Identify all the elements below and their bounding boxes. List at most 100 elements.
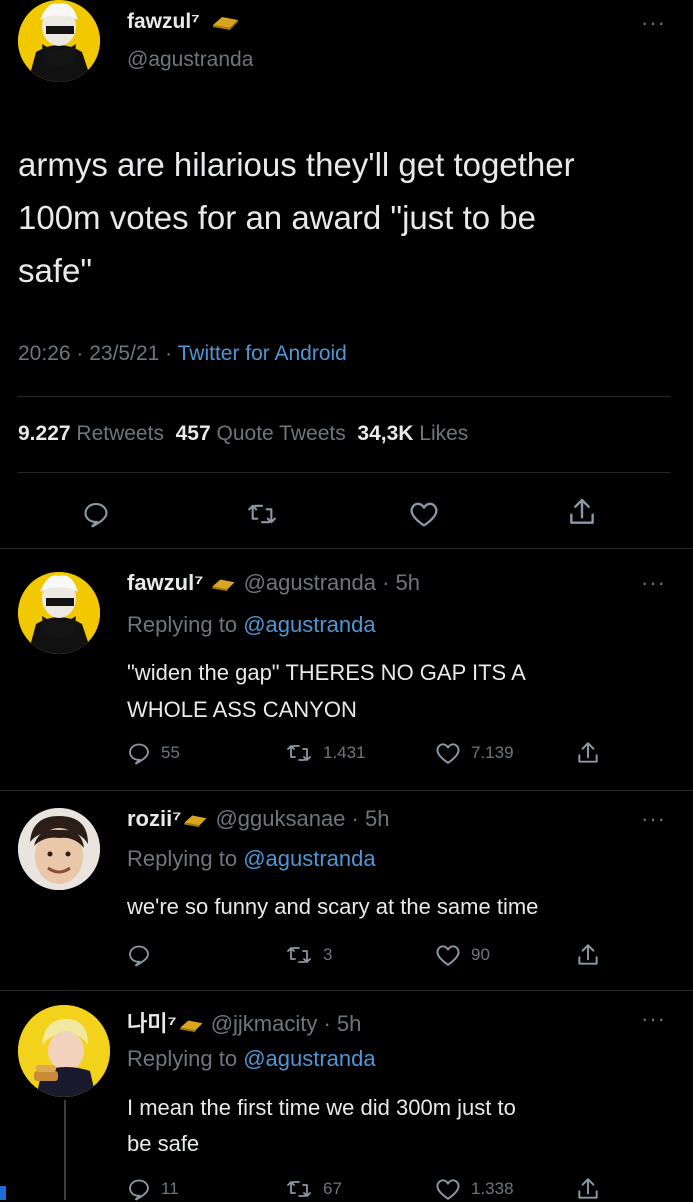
tweet-text-line: 100m votes for an award "just to be	[18, 199, 536, 236]
reply-text-line: be safe	[127, 1131, 200, 1156]
reply-text: "widen the gap" THERES NO GAP ITS A WHOL…	[127, 654, 526, 728]
thread-line	[64, 1100, 66, 1200]
divider	[18, 396, 670, 397]
retweets-count: 67	[323, 1179, 342, 1198]
display-name[interactable]: fawzul⁷	[127, 10, 200, 33]
reply-age[interactable]: 5h	[365, 806, 389, 831]
avatar[interactable]	[18, 0, 100, 82]
reply-button[interactable]	[127, 943, 285, 967]
reply-text: I mean the first time we did 300m just t…	[127, 1090, 516, 1162]
quotes-label: Quote Tweets	[216, 422, 346, 445]
reply-button[interactable]: 55	[127, 741, 285, 765]
more-icon[interactable]: ···	[641, 12, 666, 34]
reply-actions: 11 67 1.338	[127, 1176, 601, 1202]
replying-to: Replying to @agustranda	[127, 1046, 376, 1072]
like-icon	[436, 945, 460, 966]
like-button[interactable]: 7.139	[435, 741, 575, 765]
likes-stat[interactable]: 34,3K Likes	[357, 422, 468, 445]
tweet-text-line: armys are hilarious they'll get together	[18, 146, 575, 183]
gold-bar-icon	[179, 1020, 203, 1033]
reply-icon[interactable]	[82, 500, 110, 528]
reply-actions: 55 1.431 7.139	[127, 740, 601, 766]
more-icon[interactable]: ···	[641, 572, 666, 594]
replying-to-handle[interactable]: @agustranda	[243, 1046, 375, 1071]
tweet-stats: 9.227 Retweets 457 Quote Tweets 34,3K Li…	[18, 422, 468, 446]
more-icon[interactable]: ···	[641, 808, 666, 830]
share-icon[interactable]	[575, 1176, 601, 1202]
like-icon[interactable]	[408, 500, 440, 528]
likes-count: 34,3K	[357, 422, 414, 445]
avatar[interactable]	[18, 808, 100, 890]
tweet-time[interactable]: 20:26	[18, 342, 71, 365]
retweet-button[interactable]: 1.431	[285, 741, 435, 765]
author-name-row[interactable]: fawzul⁷	[127, 10, 240, 34]
tweet-meta: 20:26 · 23/5/21 · Twitter for Android	[18, 342, 347, 365]
gold-bar-icon	[184, 815, 207, 828]
quotes-stat[interactable]: 457 Quote Tweets	[176, 422, 346, 445]
retweet-button[interactable]: 3	[285, 943, 435, 967]
tweet-text-line: safe"	[18, 252, 93, 289]
retweets-stat[interactable]: 9.227 Retweets	[18, 422, 164, 445]
replying-prefix: Replying to	[127, 846, 238, 871]
retweets-count: 1.431	[323, 743, 366, 762]
quotes-count: 457	[175, 422, 211, 445]
replying-to-handle[interactable]: @agustranda	[243, 612, 375, 637]
likes-count: 7.139	[471, 743, 514, 762]
likes-label: Likes	[419, 422, 469, 445]
divider	[0, 990, 693, 991]
divider	[18, 472, 670, 473]
tweet-source[interactable]: Twitter for Android	[178, 342, 347, 365]
share-icon[interactable]	[575, 942, 601, 968]
likes-count: 90	[471, 945, 490, 964]
like-icon	[436, 743, 460, 764]
reply-header: 나미⁷ @jjkmacity · 5h	[127, 1011, 362, 1036]
replies-count: 11	[161, 1179, 179, 1198]
like-icon	[436, 1179, 460, 1200]
reply-header: rozii⁷ @gguksanae · 5h	[127, 806, 390, 831]
replying-prefix: Replying to	[127, 1046, 238, 1071]
like-button[interactable]: 1.338	[435, 1177, 575, 1201]
tweet-text: armys are hilarious they'll get together…	[18, 138, 575, 297]
retweet-icon[interactable]	[245, 500, 279, 528]
author-handle[interactable]: @jjkmacity	[211, 1011, 318, 1036]
reply-icon	[129, 1179, 149, 1201]
edge-marker	[0, 1186, 6, 1200]
reply-text-line: WHOLE ASS CANYON	[127, 697, 357, 722]
replying-prefix: Replying to	[127, 612, 238, 637]
reply-age[interactable]: 5h	[337, 1011, 361, 1036]
display-name[interactable]: 나미⁷	[127, 1011, 177, 1036]
share-icon[interactable]	[566, 496, 598, 528]
retweet-icon	[287, 947, 311, 963]
share-icon[interactable]	[575, 740, 601, 766]
author-handle[interactable]: @agustranda	[127, 48, 253, 72]
reply-button[interactable]: 11	[127, 1177, 285, 1201]
replying-to-handle[interactable]: @agustranda	[243, 846, 375, 871]
likes-count: 1.338	[471, 1179, 514, 1198]
reply-text-line: we're so funny and scary at the same tim…	[127, 894, 539, 919]
reply-text-line: "widen the gap" THERES NO GAP ITS A	[127, 660, 526, 685]
reply-icon	[129, 945, 149, 967]
more-icon[interactable]: ···	[641, 1008, 666, 1030]
tweet-date[interactable]: 23/5/21	[89, 342, 159, 365]
gold-bar-icon	[212, 17, 238, 31]
retweets-label: Retweets	[76, 422, 164, 445]
retweets-count: 3	[323, 945, 333, 964]
divider	[0, 548, 693, 549]
avatar[interactable]	[18, 572, 100, 654]
replying-to: Replying to @agustranda	[127, 612, 376, 638]
retweet-button[interactable]: 67	[285, 1177, 435, 1201]
display-name[interactable]: rozii⁷	[127, 806, 181, 831]
reply-text: we're so funny and scary at the same tim…	[127, 892, 538, 922]
reply-icon	[129, 743, 149, 765]
avatar[interactable]	[18, 1005, 110, 1097]
reply-age[interactable]: 5h	[396, 570, 420, 595]
author-handle[interactable]: @gguksanae	[215, 806, 345, 831]
divider	[0, 790, 693, 791]
author-handle[interactable]: @agustranda	[244, 570, 376, 595]
gold-bar-icon	[212, 579, 235, 592]
display-name[interactable]: fawzul⁷	[127, 570, 203, 595]
like-button[interactable]: 90	[435, 943, 575, 967]
reply-actions: 3 90	[127, 942, 601, 968]
reply-text-line: I mean the first time we did 300m just t…	[127, 1095, 516, 1120]
replies-count: 55	[161, 743, 180, 762]
